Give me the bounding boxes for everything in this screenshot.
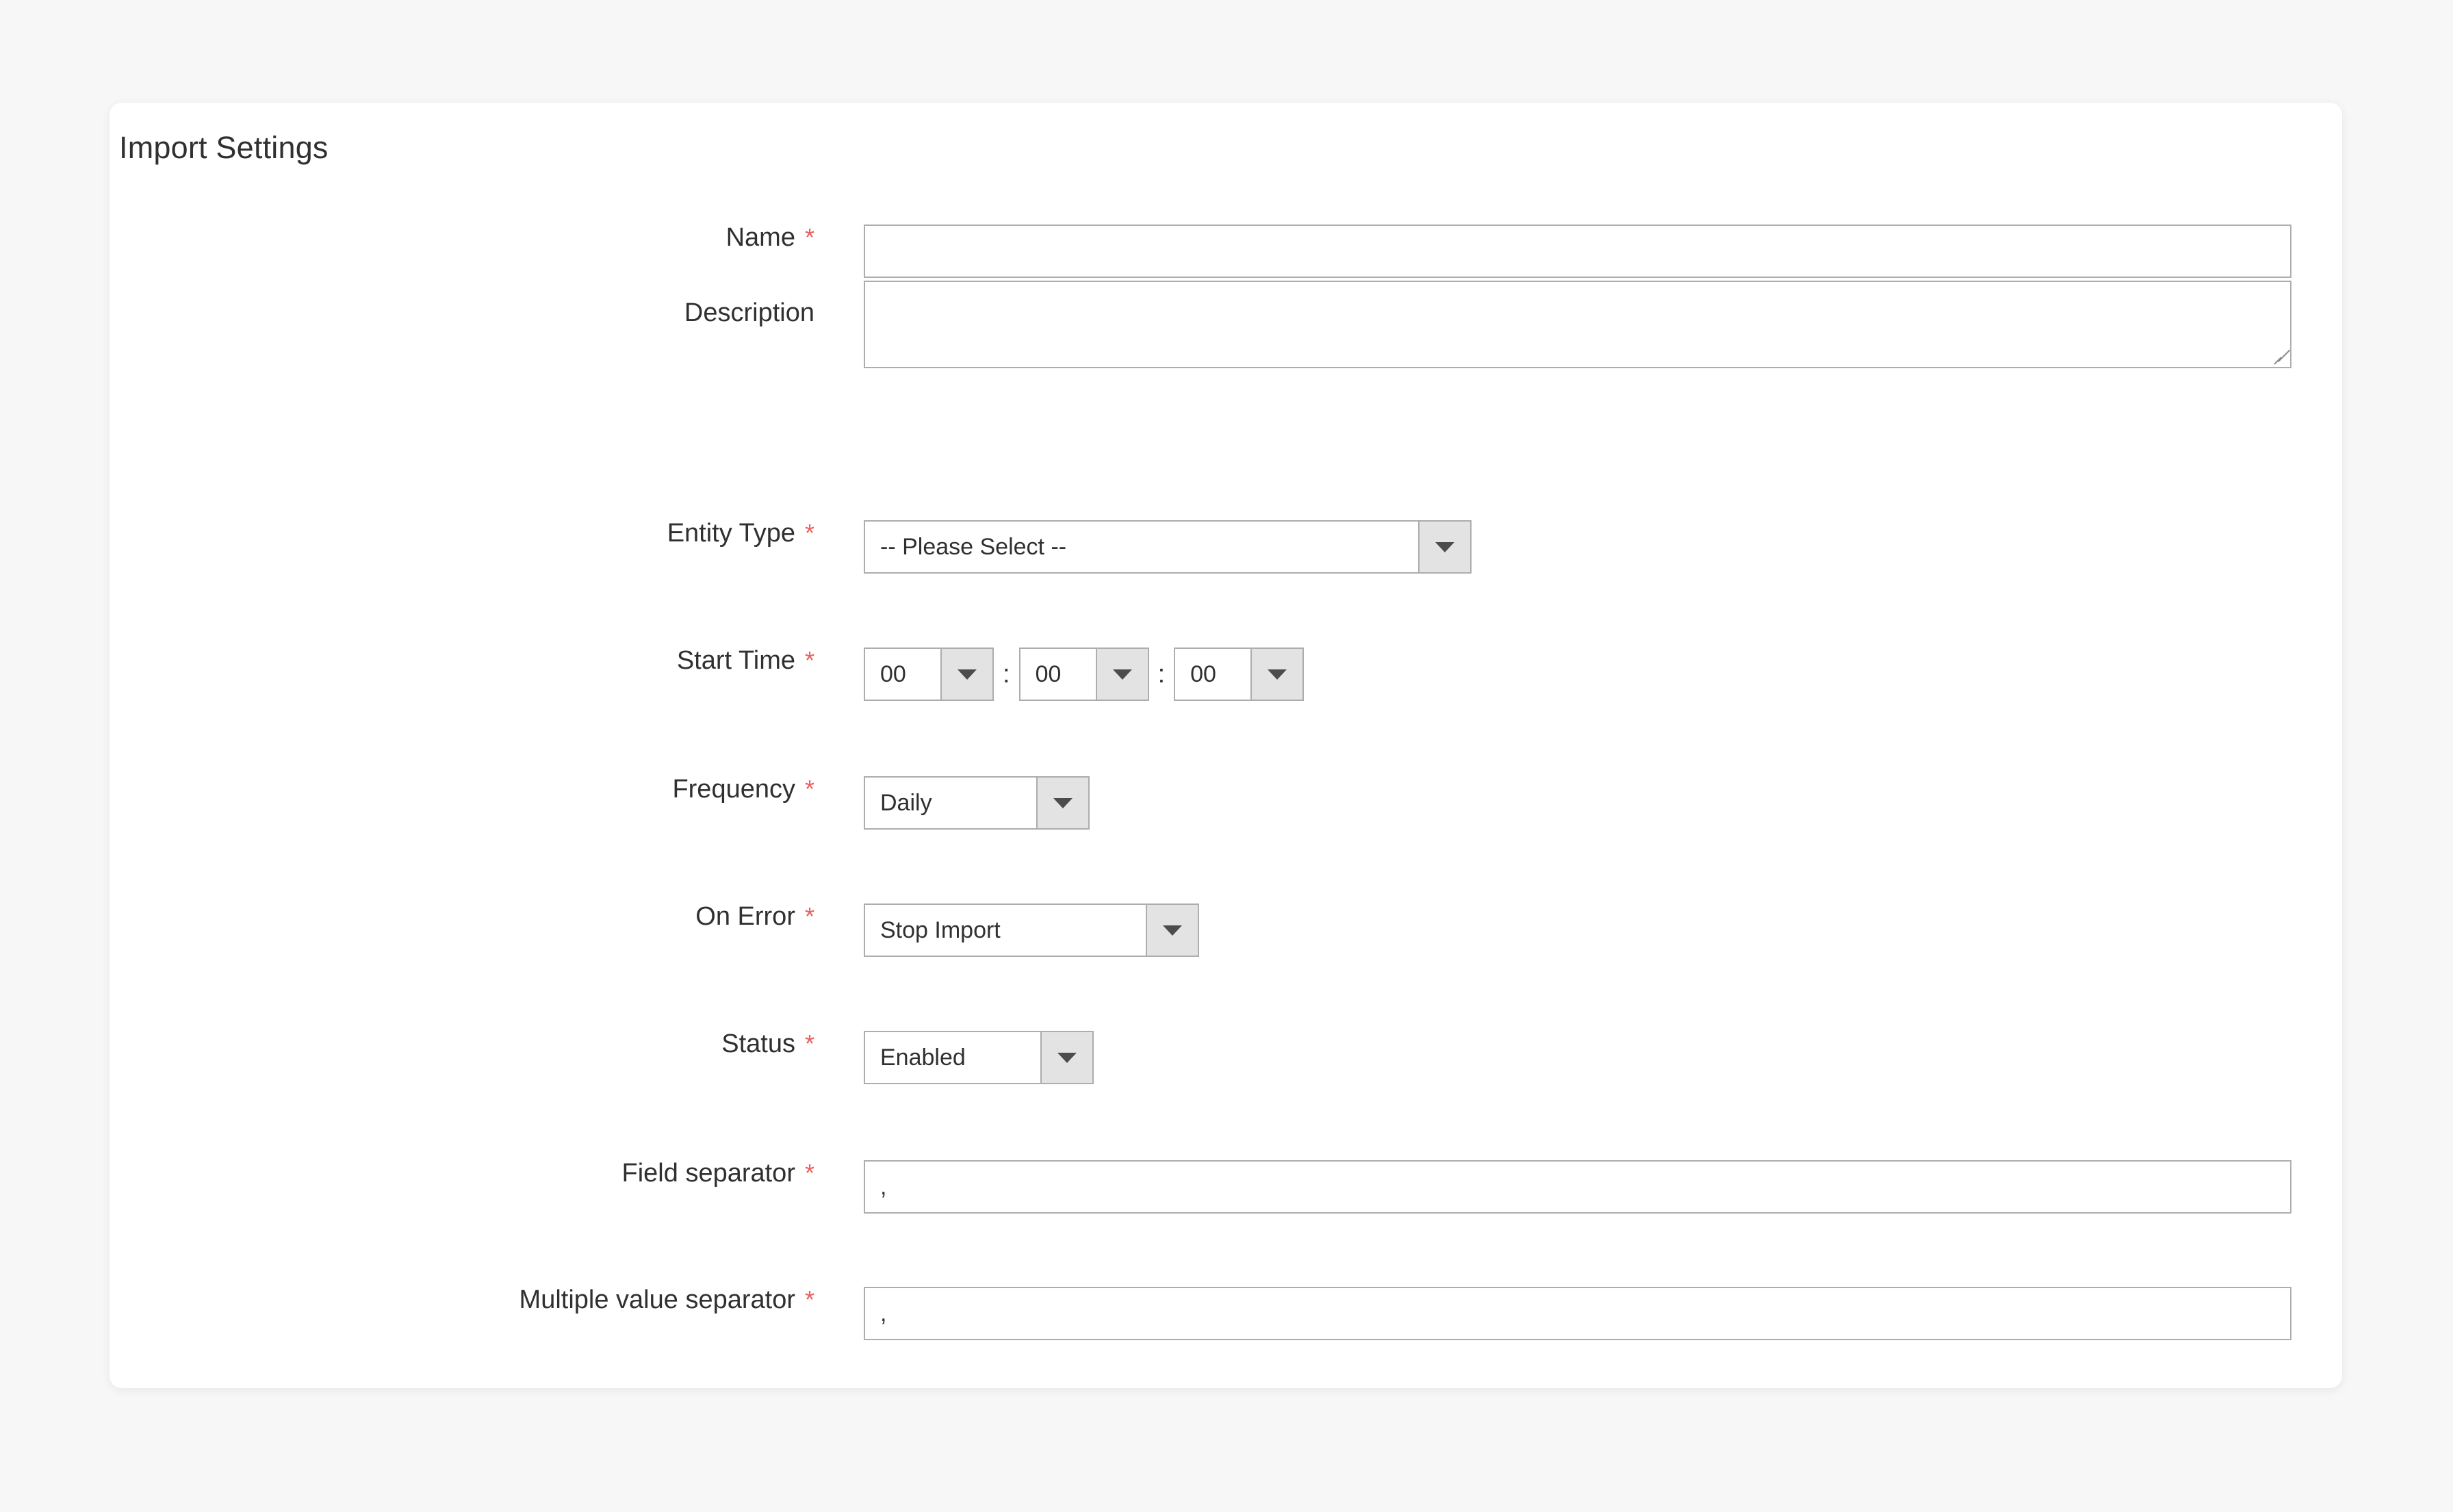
field-description — [864, 281, 2291, 368]
label-multiple-value-separator-text: Multiple value separator — [519, 1285, 795, 1314]
required-marker: * — [804, 1285, 814, 1314]
field-multiple-value-separator — [864, 1287, 2291, 1340]
description-textarea-wrapper — [864, 281, 2291, 368]
required-marker: * — [804, 775, 814, 803]
label-entity-type: Entity Type * — [110, 520, 814, 546]
required-marker: * — [804, 223, 814, 251]
label-entity-type-text: Entity Type — [667, 519, 795, 548]
required-marker: * — [804, 646, 814, 674]
label-multiple-value-separator: Multiple value separator * — [110, 1287, 814, 1313]
label-field-separator: Field separator * — [110, 1160, 814, 1186]
frequency-select[interactable]: Daily — [864, 776, 1090, 830]
multiple-value-separator-input[interactable] — [864, 1287, 2291, 1340]
label-frequency: Frequency * — [110, 776, 814, 802]
label-field-separator-text: Field separator — [621, 1159, 795, 1188]
label-start-time: Start Time * — [110, 648, 814, 674]
chevron-down-icon[interactable] — [1095, 649, 1148, 700]
field-entity-type: -- Please Select -- — [864, 520, 1472, 574]
field-on-error: Stop Import — [864, 904, 1199, 957]
field-name — [864, 225, 2291, 278]
label-description: Description — [110, 300, 814, 326]
start-time-seconds-value: 00 — [1190, 661, 1216, 687]
page-title: Import Settings — [119, 130, 329, 165]
label-status-text: Status — [721, 1029, 795, 1058]
chevron-down-icon[interactable] — [1036, 778, 1088, 828]
page-root: Import Settings Name * Description Entit… — [0, 0, 2453, 1512]
frequency-selected-value: Daily — [880, 789, 932, 816]
status-selected-value: Enabled — [880, 1044, 966, 1071]
field-status: Enabled — [864, 1031, 1094, 1084]
label-start-time-text: Start Time — [676, 646, 795, 675]
label-description-text: Description — [684, 298, 814, 327]
label-name: Name * — [110, 225, 814, 251]
field-separator-input[interactable] — [864, 1160, 2291, 1214]
required-marker: * — [804, 902, 814, 930]
start-time-minutes-value: 00 — [1035, 661, 1062, 687]
on-error-selected-value: Stop Import — [880, 917, 1001, 943]
chevron-down-icon[interactable] — [940, 649, 992, 700]
field-start-time: 00 : 00 : 00 — [864, 648, 1305, 701]
start-time-hours-value: 00 — [880, 661, 906, 687]
required-marker: * — [804, 519, 814, 547]
required-marker: * — [804, 1159, 814, 1187]
label-on-error-text: On Error — [695, 902, 795, 931]
start-time-seconds-select[interactable]: 00 — [1174, 648, 1305, 701]
chevron-down-icon[interactable] — [1040, 1032, 1092, 1083]
import-settings-panel: Import Settings Name * Description Entit… — [110, 103, 2342, 1388]
field-field-separator — [864, 1160, 2291, 1214]
description-textarea[interactable] — [864, 281, 2291, 368]
field-frequency: Daily — [864, 776, 1090, 830]
start-time-minutes-select[interactable]: 00 — [1018, 648, 1149, 701]
start-time-group: 00 : 00 : 00 — [864, 648, 1305, 701]
time-separator: : — [1157, 660, 1166, 689]
label-status: Status * — [110, 1031, 814, 1057]
on-error-select[interactable]: Stop Import — [864, 904, 1199, 957]
chevron-down-icon[interactable] — [1146, 905, 1198, 956]
required-marker: * — [804, 1029, 814, 1058]
chevron-down-icon[interactable] — [1418, 522, 1470, 572]
time-separator: : — [1003, 660, 1010, 689]
chevron-down-icon[interactable] — [1250, 649, 1303, 700]
status-select[interactable]: Enabled — [864, 1031, 1094, 1084]
name-input[interactable] — [864, 225, 2291, 278]
label-frequency-text: Frequency — [672, 775, 795, 804]
label-name-text: Name — [725, 223, 795, 252]
entity-type-select[interactable]: -- Please Select -- — [864, 520, 1472, 574]
start-time-hours-select[interactable]: 00 — [864, 648, 994, 701]
entity-type-selected-value: -- Please Select -- — [880, 533, 1067, 560]
label-on-error: On Error * — [110, 904, 814, 930]
